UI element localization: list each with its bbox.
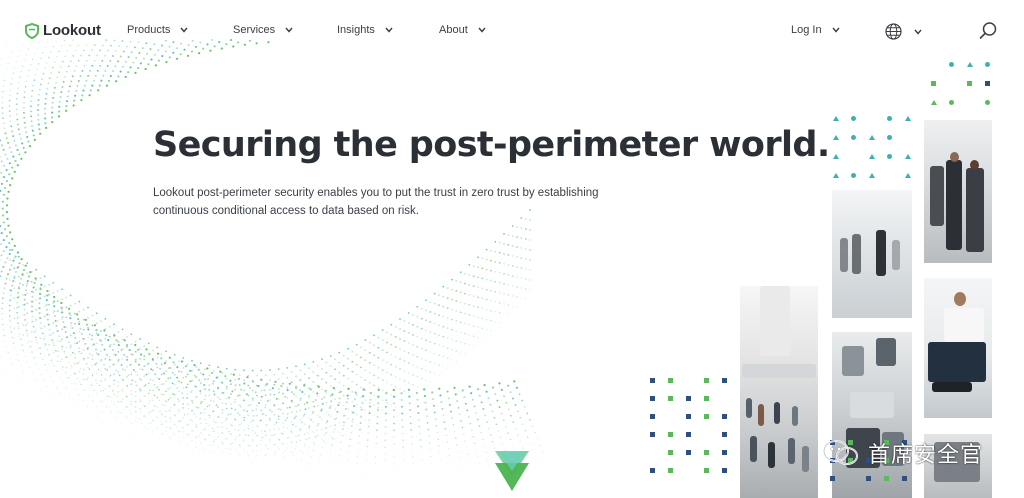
pattern-dot <box>887 116 892 121</box>
pattern-dot <box>722 432 727 437</box>
pattern-dot <box>931 81 936 86</box>
pattern-dot <box>833 173 839 178</box>
shield-icon <box>25 22 39 39</box>
language-selector[interactable] <box>885 23 922 40</box>
pattern-dot <box>985 100 990 105</box>
pattern-dot <box>905 116 911 121</box>
chevron-down-icon <box>832 27 840 33</box>
pattern-dot <box>668 378 673 383</box>
pattern-dot <box>722 468 727 473</box>
pattern-dot <box>851 173 856 178</box>
pattern-dot <box>650 396 655 401</box>
pattern-dot <box>668 450 673 455</box>
pattern-dot <box>686 396 691 401</box>
pattern-dot <box>869 173 875 178</box>
pattern-dot <box>887 154 892 159</box>
nav-insights[interactable]: Insights <box>337 24 393 36</box>
pattern-dot <box>686 450 691 455</box>
pattern-dot <box>985 81 990 86</box>
pattern-dot <box>704 468 709 473</box>
pattern-dot <box>902 476 907 481</box>
nav-about[interactable]: About <box>439 24 486 36</box>
pattern-dot <box>884 476 889 481</box>
pattern-dot <box>833 154 839 159</box>
chevron-down-icon <box>285 27 293 33</box>
chevron-down-icon <box>385 27 393 33</box>
chevron-down-icon <box>180 27 188 33</box>
photo-walking-commuters <box>832 190 912 318</box>
pattern-dot <box>851 116 856 121</box>
pattern-dot <box>833 116 839 121</box>
pattern-dot <box>668 432 673 437</box>
pattern-dot <box>704 450 709 455</box>
watermark-text: 首席安全官 <box>868 443 984 468</box>
pattern-dot <box>985 62 990 67</box>
pattern-dot <box>866 476 871 481</box>
chevron-down-icon <box>478 27 486 33</box>
pattern-dot <box>722 450 727 455</box>
nav-products-label: Products <box>127 24 171 36</box>
chevron-down-icon <box>914 29 922 35</box>
nav-insights-label: Insights <box>337 24 375 36</box>
pattern-dot <box>833 135 839 140</box>
pattern-dot <box>668 468 673 473</box>
scroll-down-chevron-icon[interactable] <box>495 451 529 491</box>
nav-services[interactable]: Services <box>233 24 293 36</box>
brand-name: Lookout <box>43 22 101 39</box>
photo-business-people <box>924 120 992 263</box>
pattern-dot <box>704 378 709 383</box>
pattern-dot <box>686 432 691 437</box>
pattern-dot <box>650 468 655 473</box>
pattern-dot <box>650 378 655 383</box>
pattern-dot <box>949 62 954 67</box>
pattern-dot <box>967 81 972 86</box>
site-header: Lookout Products Services Insights About… <box>0 0 1024 62</box>
login-label: Log In <box>791 24 822 36</box>
pattern-dot <box>704 414 709 419</box>
pattern-dot <box>905 154 911 159</box>
photo-crowd-station <box>740 286 818 498</box>
photo-woman-laptop <box>924 278 992 418</box>
pattern-dot <box>949 100 954 105</box>
pattern-dot <box>869 135 875 140</box>
login-menu[interactable]: Log In <box>791 24 840 36</box>
pattern-dot <box>686 414 691 419</box>
hero-subtitle: Lookout post-perimeter security enables … <box>153 187 599 217</box>
hero-title: Securing the post-perimeter world. <box>153 125 830 165</box>
search-icon[interactable] <box>978 21 998 41</box>
pattern-dot <box>668 396 673 401</box>
nav-products[interactable]: Products <box>127 24 188 36</box>
photo-meeting-overhead <box>832 332 912 498</box>
pattern-dot <box>830 476 835 481</box>
pattern-dot <box>851 135 856 140</box>
nav-services-label: Services <box>233 24 276 36</box>
pattern-dot <box>887 135 892 140</box>
wechat-watermark: 首席安全官 <box>822 437 983 469</box>
pattern-dot <box>650 432 655 437</box>
pattern-dot <box>905 173 911 178</box>
pattern-dot <box>704 396 709 401</box>
lookout-logo[interactable]: Lookout <box>25 22 101 39</box>
pattern-dot <box>722 414 727 419</box>
pattern-dot <box>722 378 727 383</box>
pattern-dot <box>650 414 655 419</box>
pattern-dot <box>931 100 937 105</box>
pattern-dot <box>869 154 875 159</box>
pattern-dot <box>967 62 973 67</box>
nav-about-label: About <box>439 24 468 36</box>
wechat-icon <box>823 440 858 465</box>
globe-icon <box>885 23 902 40</box>
